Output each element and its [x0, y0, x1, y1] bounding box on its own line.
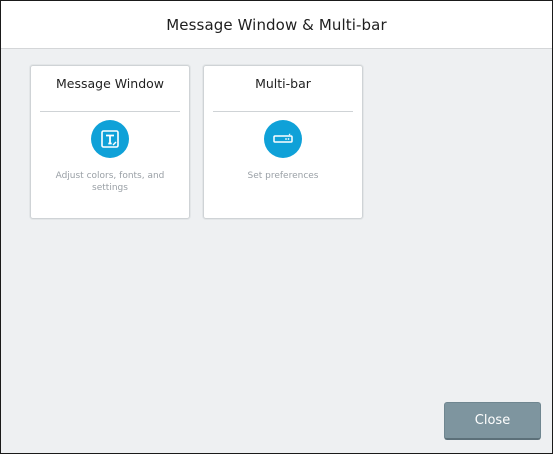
card-divider — [213, 111, 353, 112]
multi-bar-icon — [264, 120, 302, 158]
card-divider — [40, 111, 180, 112]
multi-bar-card[interactable]: Multi-bar Set preferences — [203, 65, 363, 219]
card-description: Adjust colors, fonts, and settings — [55, 171, 165, 193]
dialog-window: Message Window & Multi-bar Message Windo… — [0, 0, 553, 454]
card-title: Multi-bar — [255, 76, 311, 91]
close-button[interactable]: Close — [444, 402, 541, 440]
dialog-title: Message Window & Multi-bar — [166, 15, 387, 34]
card-description: Set preferences — [247, 171, 319, 181]
message-window-card[interactable]: Message Window Adjust colors, fonts, and… — [30, 65, 190, 219]
card-title: Message Window — [55, 76, 165, 91]
title-bar: Message Window & Multi-bar — [1, 1, 552, 49]
text-box-icon — [91, 120, 129, 158]
